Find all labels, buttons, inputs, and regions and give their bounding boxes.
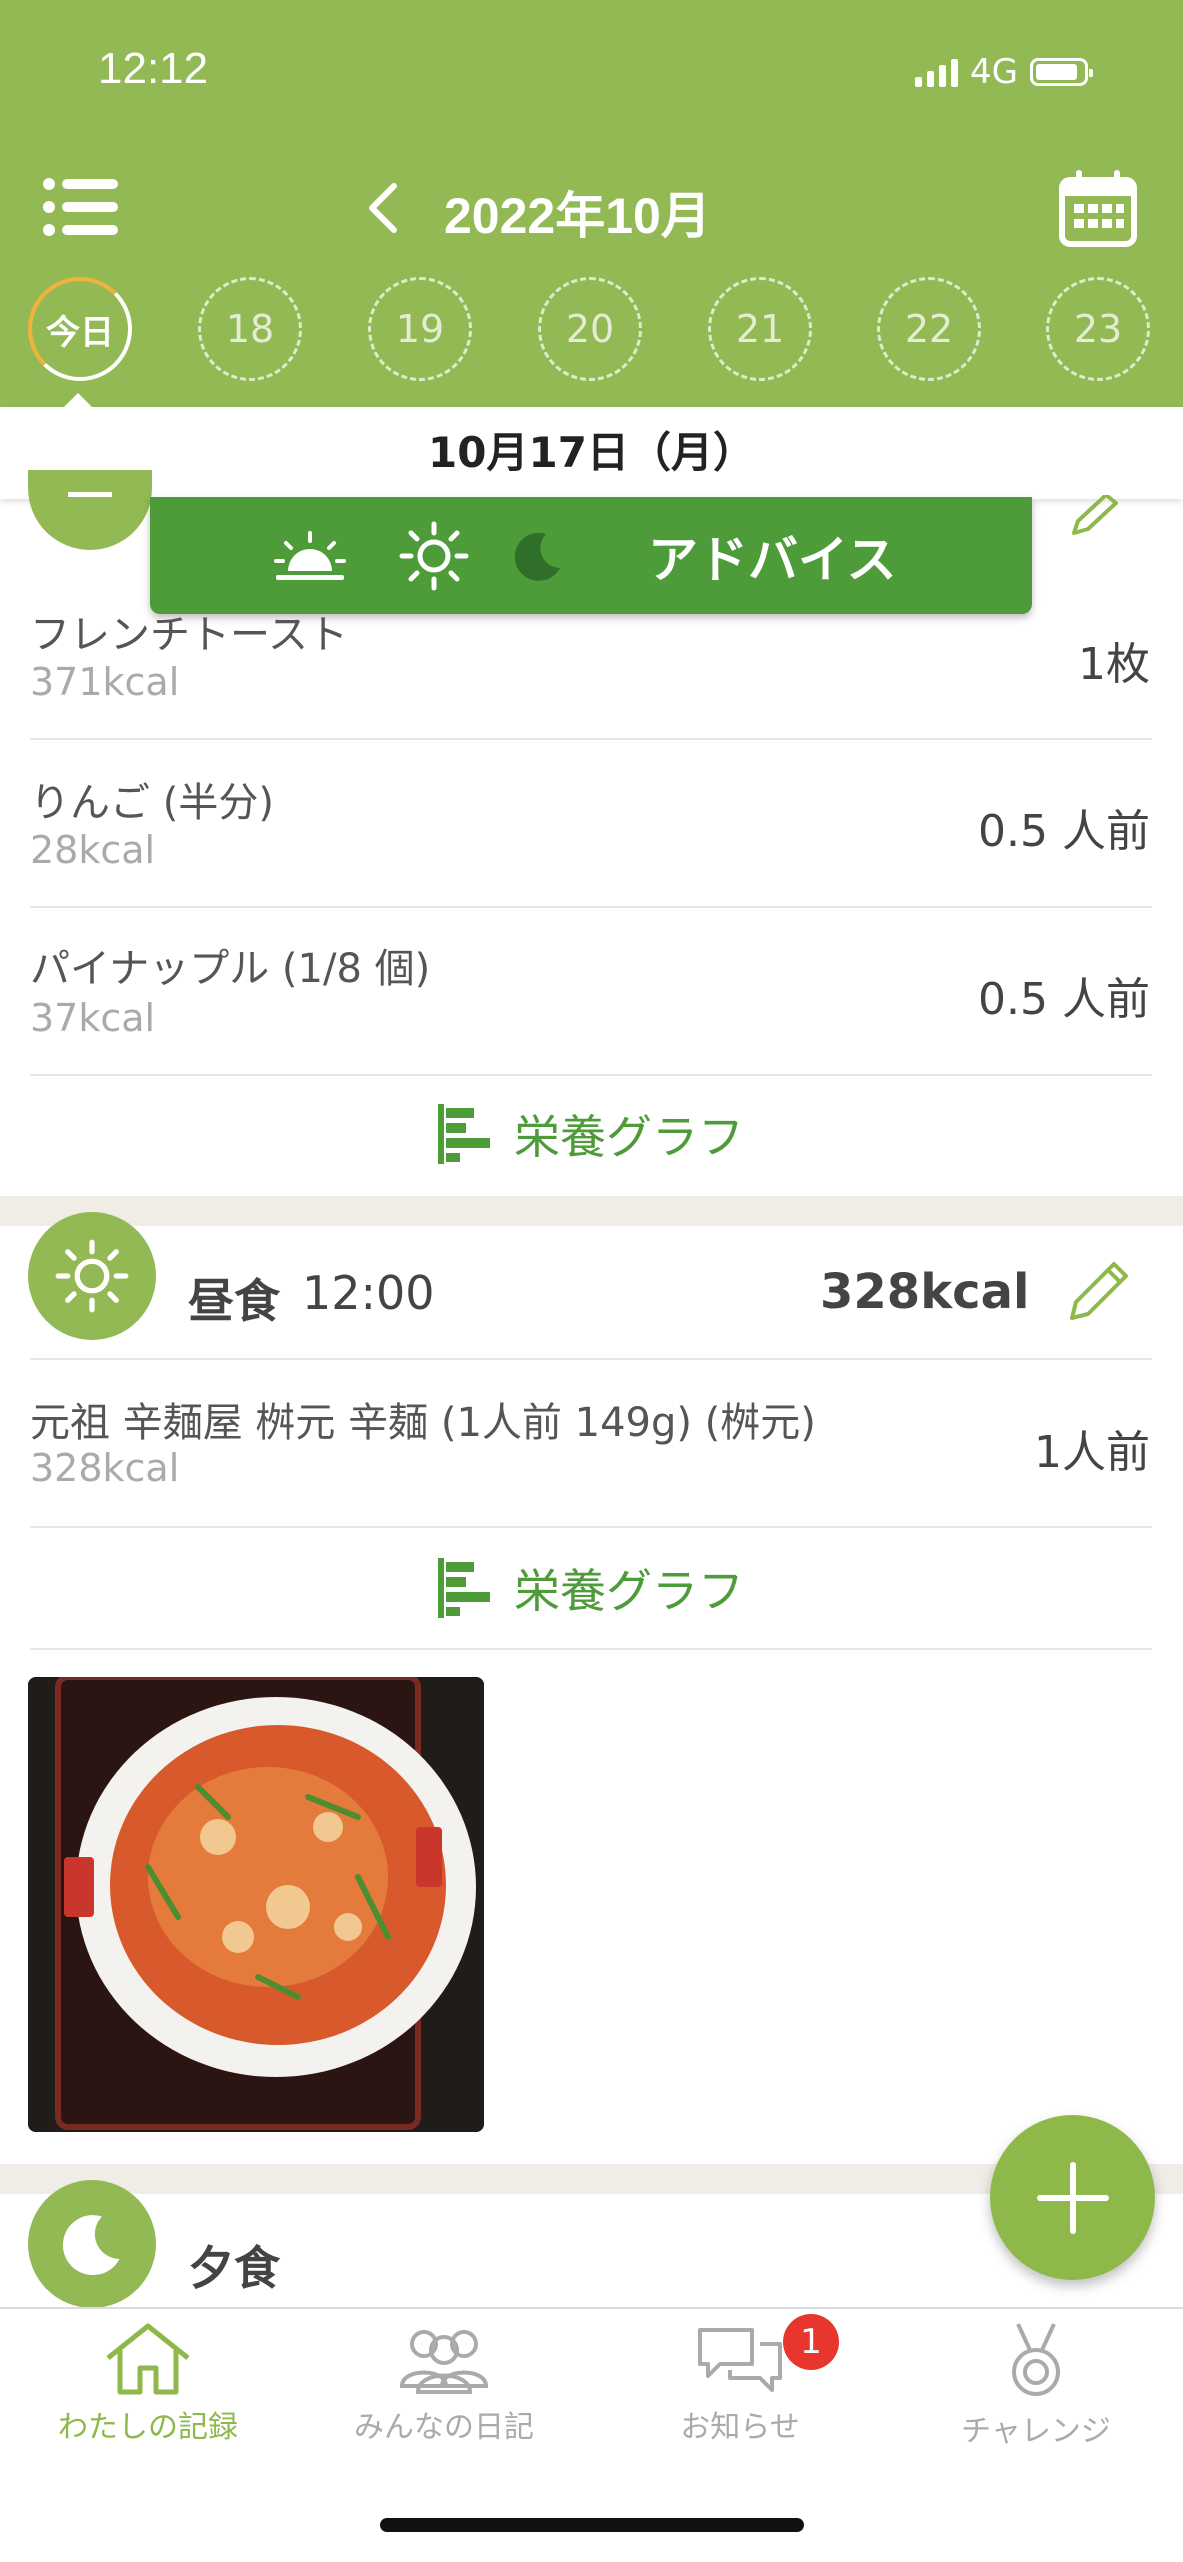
- month-title: 2022年10月: [444, 188, 711, 244]
- food-row[interactable]: パイナップル (1/8 個) 37kcal 0.5 人前: [30, 908, 1152, 1076]
- home-indicator: [380, 2518, 804, 2532]
- battery-icon: [1029, 58, 1093, 86]
- nutrition-graph-label[interactable]: 栄養グラフ: [514, 1101, 744, 1167]
- food-row[interactable]: フレンチトースト 371kcal 1枚: [30, 572, 1152, 740]
- meal-title: 昼食: [188, 1274, 280, 1328]
- selected-date-label: 10月17日（月）: [0, 407, 1183, 499]
- food-kcal: 328kcal: [30, 1446, 180, 1490]
- tab-notifications[interactable]: お知らせ: [592, 2320, 888, 2460]
- signal-icon: [915, 57, 958, 87]
- food-name: パイナップル (1/8 個): [30, 946, 431, 992]
- breakfast-sunrise-icon: [28, 470, 152, 550]
- food-quantity: 1人前: [1034, 1427, 1150, 1478]
- tab-my-records[interactable]: わたしの記録: [0, 2320, 296, 2460]
- section-separator: [0, 1196, 1183, 1226]
- day-circle-today[interactable]: 今日: [28, 277, 132, 381]
- prev-month-chevron-icon[interactable]: [360, 178, 406, 238]
- food-kcal: 37kcal: [30, 996, 156, 1040]
- chat-bubbles-icon: [698, 2328, 782, 2392]
- food-name: 元祖 辛麺屋 桝元 辛麺 (1人前 149g) (桝元): [30, 1400, 816, 1446]
- divider: [30, 1648, 1152, 1650]
- breakfast-edit-pencil-icon[interactable]: [1068, 493, 1118, 535]
- food-name: りんご (半分): [30, 780, 274, 826]
- day-circle-18[interactable]: 18: [198, 277, 302, 381]
- food-quantity: 1枚: [1078, 639, 1150, 690]
- home-icon: [106, 2323, 190, 2395]
- people-icon: [399, 2330, 489, 2394]
- nutrition-graph-label[interactable]: 栄養グラフ: [514, 1555, 744, 1621]
- calendar-icon[interactable]: [1058, 168, 1138, 248]
- add-button[interactable]: [990, 2115, 1155, 2280]
- lunch-sun-icon: [28, 1212, 156, 1340]
- medal-icon: [1012, 2323, 1060, 2396]
- food-kcal: 371kcal: [30, 660, 180, 704]
- meal-total-kcal: 328kcal: [820, 1264, 1030, 1320]
- food-quantity: 0.5 人前: [978, 806, 1150, 857]
- food-name: フレンチトースト: [30, 612, 348, 658]
- food-quantity: 0.5 人前: [978, 974, 1150, 1025]
- tab-label: チャレンジ: [961, 2414, 1111, 2449]
- day-circle-21[interactable]: 21: [708, 277, 812, 381]
- food-kcal: 28kcal: [30, 828, 156, 872]
- status-time: 12:12: [98, 44, 209, 93]
- lunch-edit-pencil-icon[interactable]: [1066, 1258, 1132, 1328]
- food-row[interactable]: りんご (半分) 28kcal 0.5 人前: [30, 740, 1152, 908]
- day-circle-23[interactable]: 23: [1046, 277, 1150, 381]
- tab-label: わたしの記録: [58, 2410, 238, 2445]
- nutrition-graph-link[interactable]: 栄養グラフ: [30, 1528, 1152, 1648]
- meal-title: 夕食: [188, 2241, 280, 2295]
- status-indicators: 4G: [915, 52, 1093, 92]
- bar-graph-icon: [438, 1558, 490, 1618]
- meal-time: 12:00: [302, 1266, 435, 1320]
- dinner-moon-icon: [28, 2180, 156, 2308]
- tab-label: みんなの日記: [354, 2410, 534, 2445]
- plus-icon: [1036, 2161, 1109, 2234]
- food-row[interactable]: 元祖 辛麺屋 桝元 辛麺 (1人前 149g) (桝元) 328kcal 1人前: [30, 1360, 1152, 1528]
- bar-graph-icon: [438, 1104, 490, 1164]
- tab-label: お知らせ: [680, 2410, 800, 2445]
- network-label: 4G: [970, 52, 1018, 92]
- day-circle-19[interactable]: 19: [368, 277, 472, 381]
- date-pointer: [64, 393, 92, 407]
- nutrition-graph-link[interactable]: 栄養グラフ: [30, 1074, 1152, 1194]
- tab-challenge[interactable]: チャレンジ: [888, 2320, 1183, 2460]
- notification-badge: 1: [783, 2314, 839, 2370]
- day-circle-22[interactable]: 22: [877, 277, 981, 381]
- tab-everyone-diary[interactable]: みんなの日記: [296, 2320, 592, 2460]
- menu-list-icon[interactable]: [42, 172, 122, 242]
- meal-photo[interactable]: [28, 1677, 484, 2132]
- day-circle-20[interactable]: 20: [538, 277, 642, 381]
